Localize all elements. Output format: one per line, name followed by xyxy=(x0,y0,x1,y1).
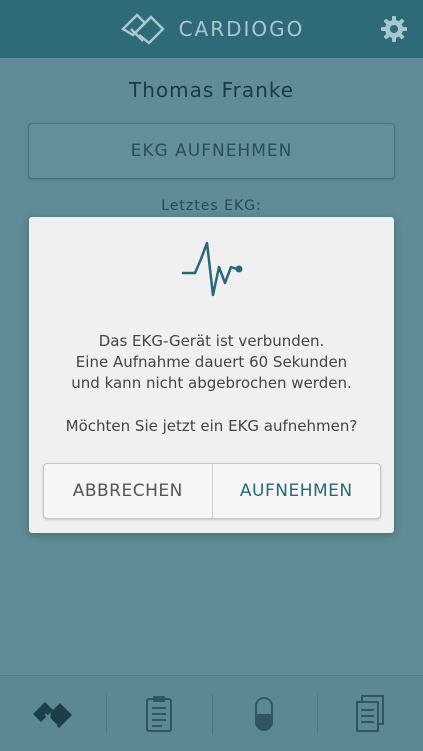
tab-bar xyxy=(0,675,423,751)
tab-medication[interactable] xyxy=(211,676,318,751)
app-header: CARDIOGO xyxy=(0,0,423,58)
gear-icon xyxy=(381,16,407,42)
clipboard-icon xyxy=(145,695,172,732)
dialog-message-line: und kann nicht abgebrochen werden. xyxy=(71,374,352,392)
record-confirm-button[interactable]: AUFNEHMEN xyxy=(213,464,381,518)
cardiogo-logo-icon xyxy=(32,701,72,728)
cardiogo-logo-icon xyxy=(120,13,165,45)
patient-name: Thomas Franke xyxy=(128,78,295,102)
dialog-message-line: Eine Aufnahme dauert 60 Sekunden xyxy=(75,353,348,371)
brand: CARDIOGO xyxy=(119,9,305,49)
cancel-button[interactable]: ABBRECHEN xyxy=(44,464,213,518)
dialog-question: Möchten Sie jetzt ein EKG aufnehmen? xyxy=(65,417,358,435)
app-title: CARDIOGO xyxy=(178,17,305,41)
tab-documents[interactable] xyxy=(317,676,423,751)
record-ekg-button[interactable]: EKG AUFNEHMEN xyxy=(28,123,395,179)
confirm-dialog: Das EKG-Gerät ist verbunden. Eine Aufnah… xyxy=(29,217,394,533)
dialog-message: Das EKG-Gerät ist verbunden. Eine Aufnah… xyxy=(29,331,394,394)
settings-button[interactable] xyxy=(379,14,409,44)
tab-records[interactable] xyxy=(105,676,212,751)
last-ekg-label: Letztes EKG: xyxy=(161,198,262,214)
ekg-pulse-icon xyxy=(181,241,243,297)
tab-home[interactable] xyxy=(0,676,106,751)
pill-icon xyxy=(255,696,274,731)
documents-icon xyxy=(356,694,385,732)
app-screen: CARDIOGO Thomas Franke EKG AUFNEHMEN Let… xyxy=(0,0,423,751)
dialog-message-line: Das EKG-Gerät ist verbunden. xyxy=(98,332,325,350)
dialog-buttons: ABBRECHEN AUFNEHMEN xyxy=(43,463,381,519)
